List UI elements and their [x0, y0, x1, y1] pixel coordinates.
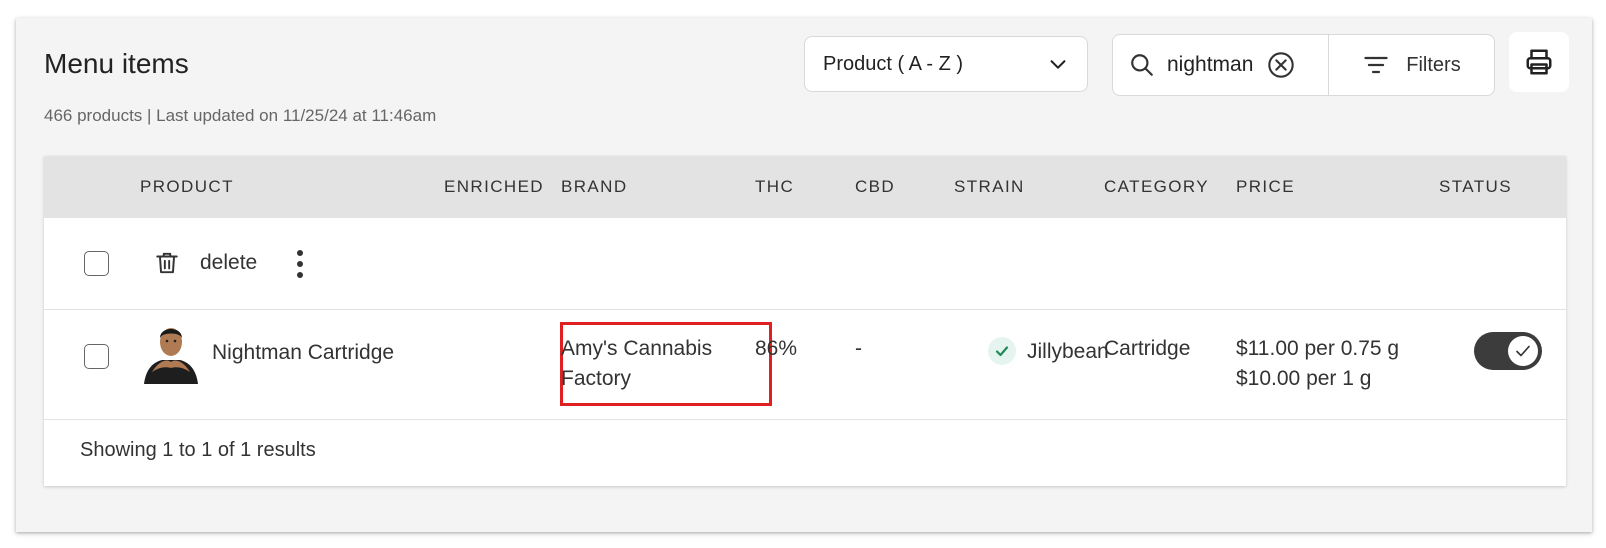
check-icon [1516, 345, 1530, 357]
column-header-status[interactable]: STATUS [1439, 177, 1512, 197]
column-header-brand[interactable]: BRAND [561, 177, 628, 197]
price-line-1: $11.00 per 0.75 g [1236, 337, 1400, 360]
column-header-cbd[interactable]: CBD [855, 177, 895, 197]
trash-icon[interactable] [154, 250, 180, 276]
column-header-enriched[interactable]: ENRICHED [444, 177, 544, 197]
search-filter-group: Filters [1112, 34, 1495, 96]
brand-name-line-2: Factory [561, 367, 632, 390]
status-toggle-knob [1508, 336, 1538, 366]
filters-label: Filters [1406, 53, 1461, 76]
print-button[interactable] [1509, 32, 1569, 92]
select-all-checkbox[interactable] [84, 251, 109, 276]
cbd-value: - [855, 337, 862, 360]
more-vertical-icon[interactable] [290, 248, 310, 280]
printer-icon [1526, 49, 1552, 75]
table-header: PRODUCT ENRICHED BRAND THC CBD STRAIN CA… [44, 156, 1566, 218]
table-row[interactable]: Nightman Cartridge Amy's Cannabis Factor… [44, 310, 1566, 420]
search-box [1113, 35, 1329, 95]
thc-value: 86% [755, 337, 798, 360]
brand-name-line-1: Amy's Cannabis [561, 337, 713, 360]
price-line-2: $10.00 per 1 g [1236, 367, 1372, 390]
product-image [140, 322, 202, 384]
filter-lines-icon [1364, 56, 1388, 74]
delete-button[interactable]: delete [200, 251, 257, 275]
column-header-product[interactable]: PRODUCT [140, 177, 234, 197]
product-name[interactable]: Nightman Cartridge [212, 338, 394, 368]
bulk-actions-row: delete [44, 218, 1566, 310]
strain-name: Jillybean [1027, 340, 1109, 363]
menu-items-panel: Menu items 466 products | Last updated o… [16, 18, 1592, 532]
column-header-category[interactable]: CATEGORY [1104, 177, 1209, 197]
strain-check-badge [988, 337, 1016, 365]
clear-search-icon[interactable] [1267, 51, 1295, 79]
product-count-subtitle: 466 products | Last updated on 11/25/24 … [44, 106, 437, 125]
sort-dropdown[interactable]: Product ( A - Z ) [804, 36, 1088, 92]
column-header-thc[interactable]: THC [755, 177, 794, 197]
status-toggle[interactable] [1474, 332, 1542, 370]
search-icon [1131, 54, 1153, 76]
menu-items-table: PRODUCT ENRICHED BRAND THC CBD STRAIN CA… [44, 156, 1566, 486]
check-icon [995, 346, 1009, 357]
sort-dropdown-value: Product ( A - Z ) [823, 52, 964, 75]
category-value: Cartridge [1104, 337, 1191, 360]
chevron-down-icon [1050, 60, 1066, 69]
pagination-summary: Showing 1 to 1 of 1 results [80, 439, 316, 461]
filters-button[interactable]: Filters [1329, 35, 1494, 95]
row-checkbox[interactable] [84, 344, 109, 369]
search-input[interactable] [1167, 53, 1263, 77]
page-title: Menu items [44, 48, 189, 79]
column-header-price[interactable]: PRICE [1236, 177, 1295, 197]
column-header-strain[interactable]: STRAIN [954, 177, 1025, 197]
